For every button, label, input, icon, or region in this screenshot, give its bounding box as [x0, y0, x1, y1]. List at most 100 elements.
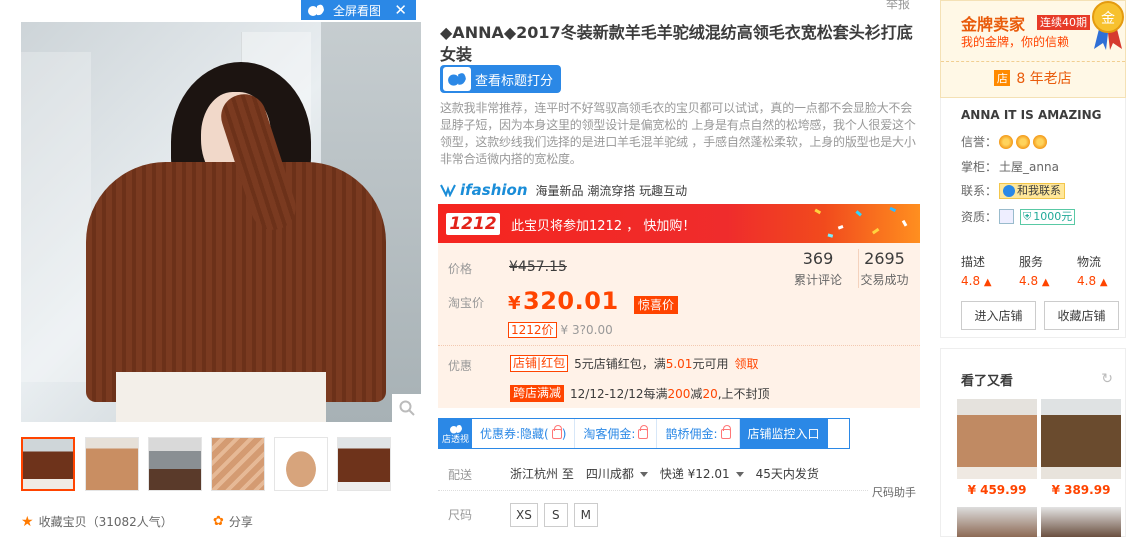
report-link[interactable]: 举报	[886, 0, 910, 12]
size-option-xs[interactable]: XS	[510, 503, 538, 527]
rating-logistics: 物流 4.8 ▲	[1077, 255, 1108, 288]
ifashion-logo-icon	[440, 184, 456, 197]
favorite-shop-button[interactable]: 收藏店铺	[1044, 301, 1119, 330]
seller-panel: 金牌卖家 连续40期 我的金牌，你的信赖 金 店 8 年老店 ANNA IT I…	[940, 0, 1132, 537]
main-product-image[interactable]	[21, 22, 421, 422]
squirrel-icon	[305, 1, 327, 19]
deposit-badge[interactable]: ⛨ 1000元	[1020, 208, 1076, 225]
zoom-button[interactable]	[392, 394, 421, 422]
queqiao-commission-item[interactable]: 鹊桥佣金:	[657, 419, 740, 448]
favorite-item[interactable]: ★ 收藏宝贝（31082人气）	[21, 513, 173, 530]
currency-symbol: ¥	[508, 293, 522, 314]
thumbnail-6[interactable]	[337, 437, 391, 491]
orig-price-label: 价格	[448, 262, 473, 276]
image-gallery: 全屏看图 ✕ ★ 收藏宝贝（31082人气） ✿ 分享	[0, 0, 432, 537]
contact-seller-button[interactable]: 和我联系	[999, 182, 1066, 199]
shop-coupon-text: 5元店铺红包，满5.01元可用	[574, 357, 729, 371]
owner-row: 掌柜： 土屋_anna	[961, 158, 1059, 175]
crown-icon	[1033, 134, 1048, 149]
reviews-stat[interactable]: 369 累计评论	[793, 249, 843, 288]
also-viewed: 看了又看 ↻ ¥ 459.99 ¥ 389.99	[940, 348, 1126, 537]
size-row: 尺码 XS S M	[438, 500, 920, 537]
also-viewed-item[interactable]: ¥ 389.99	[1041, 399, 1121, 497]
thumbnail-3[interactable]	[148, 437, 202, 491]
refresh-icon[interactable]: ↻	[1101, 371, 1113, 387]
shipping-label: 配送	[448, 468, 473, 482]
chevron-down-icon	[735, 472, 744, 477]
ship-from: 浙江杭州 至	[510, 467, 574, 481]
also-viewed-price: ¥ 459.99	[967, 483, 1027, 497]
thumbnail-strip	[21, 437, 421, 491]
thumbnail-5[interactable]	[274, 437, 328, 491]
contact-row: 联系： 和我联系	[961, 182, 1066, 199]
product-thumbnail	[957, 399, 1037, 479]
lock-icon	[720, 424, 731, 439]
thumbnail-1[interactable]	[21, 437, 75, 491]
title-score-button[interactable]: 查看标题打分	[440, 65, 561, 93]
cross-store-text: 12/12-12/12每满200减20,上不封顶	[570, 387, 770, 401]
shop-monitor-button[interactable]: 店铺监控入口	[739, 419, 828, 448]
shipping-details: 浙江杭州 至 四川成都 快递 ¥12.01 45天内发货	[510, 465, 819, 482]
size-label: 尺码	[448, 508, 473, 522]
thumbnail-2[interactable]	[85, 437, 139, 491]
product-thumbnail	[1041, 399, 1121, 479]
size-assistant-link[interactable]: 尺码助手	[872, 484, 916, 500]
enter-shop-button[interactable]: 进入店铺	[961, 301, 1036, 330]
shield-icon: ⛨	[1023, 209, 1032, 223]
current-price-value: 320.01	[523, 287, 619, 315]
share-button[interactable]: ✿ 分享	[213, 513, 253, 530]
express-select[interactable]: 快递 ¥12.01	[660, 465, 744, 482]
ifashion-tags: 海量新品 潮流穿搭 玩趣互动	[535, 183, 688, 198]
close-icon[interactable]: ✕	[394, 2, 407, 18]
thumbnail-4[interactable]	[211, 437, 265, 491]
credit-row: 信誉：	[961, 133, 1048, 150]
product-info: 举报 ◆ANNA◆2017冬装新款羊毛羊驼绒混纺高领毛衣宽松套头衫打底女装 查看…	[438, 0, 920, 537]
cross-store-row: 跨店满减 12/12-12/12每满200减20,上不封顶	[510, 385, 770, 402]
confetti-decoration	[814, 206, 908, 238]
cross-store-chip: 跨店满减	[510, 385, 565, 402]
share-icon: ✿	[213, 514, 224, 529]
id-verified-icon[interactable]	[999, 209, 1015, 224]
price-1212-badge: 1212价	[508, 322, 557, 338]
promo-banner[interactable]: 1212 此宝贝将参加1212 ， 快加购！	[438, 204, 920, 243]
title-score-label: 查看标题打分	[475, 73, 554, 89]
reviews-count: 369	[802, 249, 834, 268]
get-coupon-link[interactable]: 领取	[734, 355, 758, 372]
also-viewed-title: 看了又看	[961, 374, 1014, 389]
ship-to-select[interactable]: 四川成都	[586, 465, 648, 482]
promo-text: 此宝贝将参加1212 ， 快加购！	[511, 219, 696, 234]
also-viewed-item[interactable]: ¥ 459.99	[957, 399, 1037, 497]
shipping-row: 配送 浙江杭州 至 四川成都 快递 ¥12.01 45天内发货 尺码助手	[438, 458, 920, 499]
shop-coupon-row: 店铺|红包 5元店铺红包，满5.01元可用 领取	[510, 355, 758, 372]
owner-name[interactable]: 土屋_anna	[999, 158, 1059, 175]
star-icon: ★	[21, 513, 34, 530]
shop-info: ANNA IT IS AMAZING 信誉： 掌柜： 土屋_anna 联系： 和我…	[940, 98, 1126, 338]
shop-insight-logo[interactable]: 店透视	[439, 419, 472, 448]
shop-icon: 店	[994, 69, 1011, 86]
price-1212-value: ¥ 3?0.00	[560, 323, 613, 337]
coupon-hidden-item[interactable]: 优惠券:隐藏()	[472, 419, 576, 448]
ifashion-bar[interactable]: ifashion 海量新品 潮流穿搭 玩趣互动	[440, 180, 687, 200]
magnifier-icon	[399, 400, 415, 416]
taoke-commission-item[interactable]: 淘客佣金:	[575, 419, 658, 448]
shop-buttons: 进入店铺 收藏店铺	[961, 301, 1119, 330]
also-viewed-item[interactable]	[957, 507, 1037, 537]
shop-ratings: 描述 4.8 ▲ 服务 4.8 ▲ 物流 4.8 ▲	[961, 253, 1121, 288]
shop-insight-toolbar: 店透视 优惠券:隐藏() 淘客佣金: 鹊桥佣金: 店铺监控入口	[438, 418, 850, 449]
also-viewed-item[interactable]	[1041, 507, 1121, 537]
gold-seller-card: 金牌卖家 连续40期 我的金牌，你的信赖 金 店 8 年老店	[940, 0, 1126, 98]
size-option-m[interactable]: M	[573, 503, 598, 527]
coupon-label: 优惠	[448, 359, 473, 373]
shop-age: 8 年老店	[1016, 70, 1072, 87]
orig-price: ¥457.15	[509, 259, 567, 275]
size-options: XS S M	[510, 503, 598, 527]
shop-name[interactable]: ANNA IT IS AMAZING	[961, 108, 1102, 122]
size-option-s[interactable]: S	[543, 503, 568, 527]
fullscreen-label: 全屏看图	[333, 3, 382, 18]
crown-icon	[999, 134, 1014, 149]
sales-stat: 2695 交易成功	[858, 249, 910, 288]
surprise-price-badge: 惊喜价	[634, 296, 679, 314]
current-price: ¥320.01	[508, 287, 619, 315]
gold-seller-slogan: 我的金牌，你的信赖	[961, 35, 1070, 49]
fullscreen-view-button[interactable]: 全屏看图 ✕	[301, 0, 416, 20]
